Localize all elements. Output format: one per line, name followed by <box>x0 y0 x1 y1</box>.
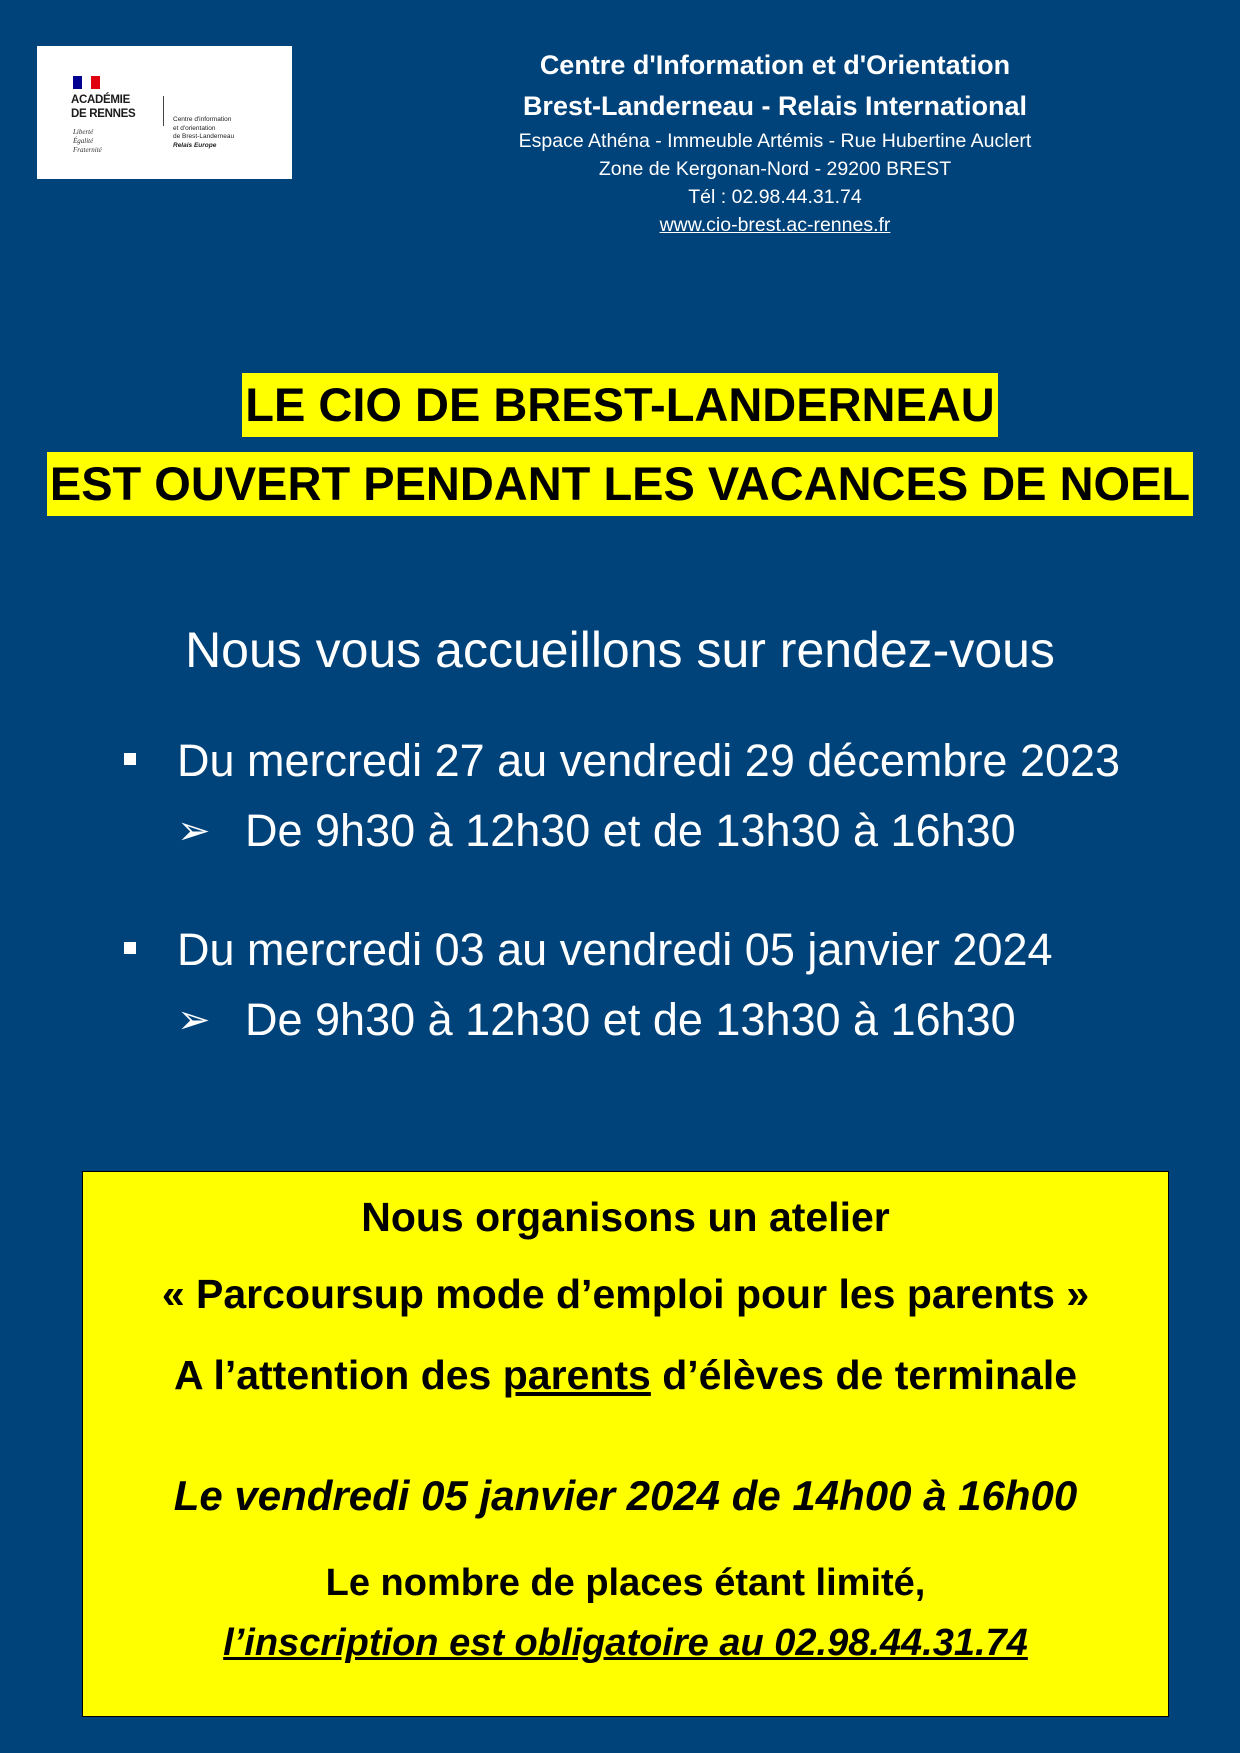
workshop-title: « Parcoursup mode d’emploi pour les pare… <box>161 1271 1090 1317</box>
hours-text: De 9h30 à 12h30 et de 13h30 à 16h30 <box>245 994 1016 1045</box>
workshop-audience: A l’attention des parents d’élèves de te… <box>173 1352 1078 1398</box>
website-link[interactable]: www.cio-brest.ac-rennes.fr <box>400 211 1150 239</box>
phone-number: Tél : 02.98.44.31.74 <box>688 186 862 208</box>
workshop-date: Le vendredi 05 janvier 2024 de 14h00 à 1… <box>173 1472 1078 1519</box>
registration-text: l’inscription est obligatoire au 02.98.4… <box>223 1622 1028 1664</box>
schedule-period-2: Du mercredi 03 au vendredi 05 janvier 20… <box>0 920 1240 980</box>
hours-text: De 9h30 à 12h30 et de 13h30 à 16h30 <box>245 805 1016 856</box>
welcome-text: Nous vous accueillons sur rendez-vous <box>185 622 1055 678</box>
headline-line-1-wrap: LE CIO DE BREST-LANDERNEAU <box>0 373 1240 437</box>
header-title-2: Brest-Landerneau - Relais International <box>522 91 1028 121</box>
square-bullet-icon <box>124 753 136 765</box>
logo-motto: Liberté Égalité Fraternité <box>73 128 102 154</box>
logo-divider <box>163 96 164 126</box>
arrow-bullet-icon: ➢ <box>177 998 211 1042</box>
academie-logo: ACADÉMIE DE RENNES Liberté Égalité Frate… <box>37 46 292 179</box>
workshop-box: Nous organisons un atelier « Parcoursup … <box>82 1171 1169 1717</box>
logo-academie-name: ACADÉMIE DE RENNES <box>71 94 136 120</box>
french-flag-icon <box>73 76 100 89</box>
schedule-hours-2: ➢ De 9h30 à 12h30 et de 13h30 à 16h30 <box>0 990 1240 1050</box>
contact-header: Centre d'Information et d'Orientation Br… <box>400 45 1150 239</box>
period-text: Du mercredi 03 au vendredi 05 janvier 20… <box>177 924 1053 975</box>
address-line-1: Espace Athéna - Immeuble Artémis - Rue H… <box>518 130 1032 152</box>
address-line-2: Zone de Kergonan-Nord - 29200 BREST <box>598 158 952 180</box>
headline-line-2: EST OUVERT PENDANT LES VACANCES DE NOEL <box>46 452 1194 516</box>
parents-emphasis: parents <box>502 1352 651 1398</box>
logo-cio-label: Centre d'information et d'orientation de… <box>173 116 235 149</box>
period-text: Du mercredi 27 au vendredi 29 décembre 2… <box>177 735 1121 786</box>
headline-line-1: LE CIO DE BREST-LANDERNEAU <box>242 373 998 437</box>
places-limit: Le nombre de places étant limité, <box>325 1562 926 1604</box>
registration-note: l’inscription est obligatoire au 02.98.4… <box>83 1617 1168 1669</box>
schedule-hours-1: ➢ De 9h30 à 12h30 et de 13h30 à 16h30 <box>0 801 1240 861</box>
schedule-period-1: Du mercredi 27 au vendredi 29 décembre 2… <box>0 731 1240 791</box>
headline-line-2-wrap: EST OUVERT PENDANT LES VACANCES DE NOEL <box>0 452 1240 516</box>
arrow-bullet-icon: ➢ <box>177 809 211 853</box>
header-title-1: Centre d'Information et d'Orientation <box>539 50 1011 80</box>
workshop-intro: Nous organisons un atelier <box>361 1194 890 1240</box>
square-bullet-icon <box>124 942 136 954</box>
